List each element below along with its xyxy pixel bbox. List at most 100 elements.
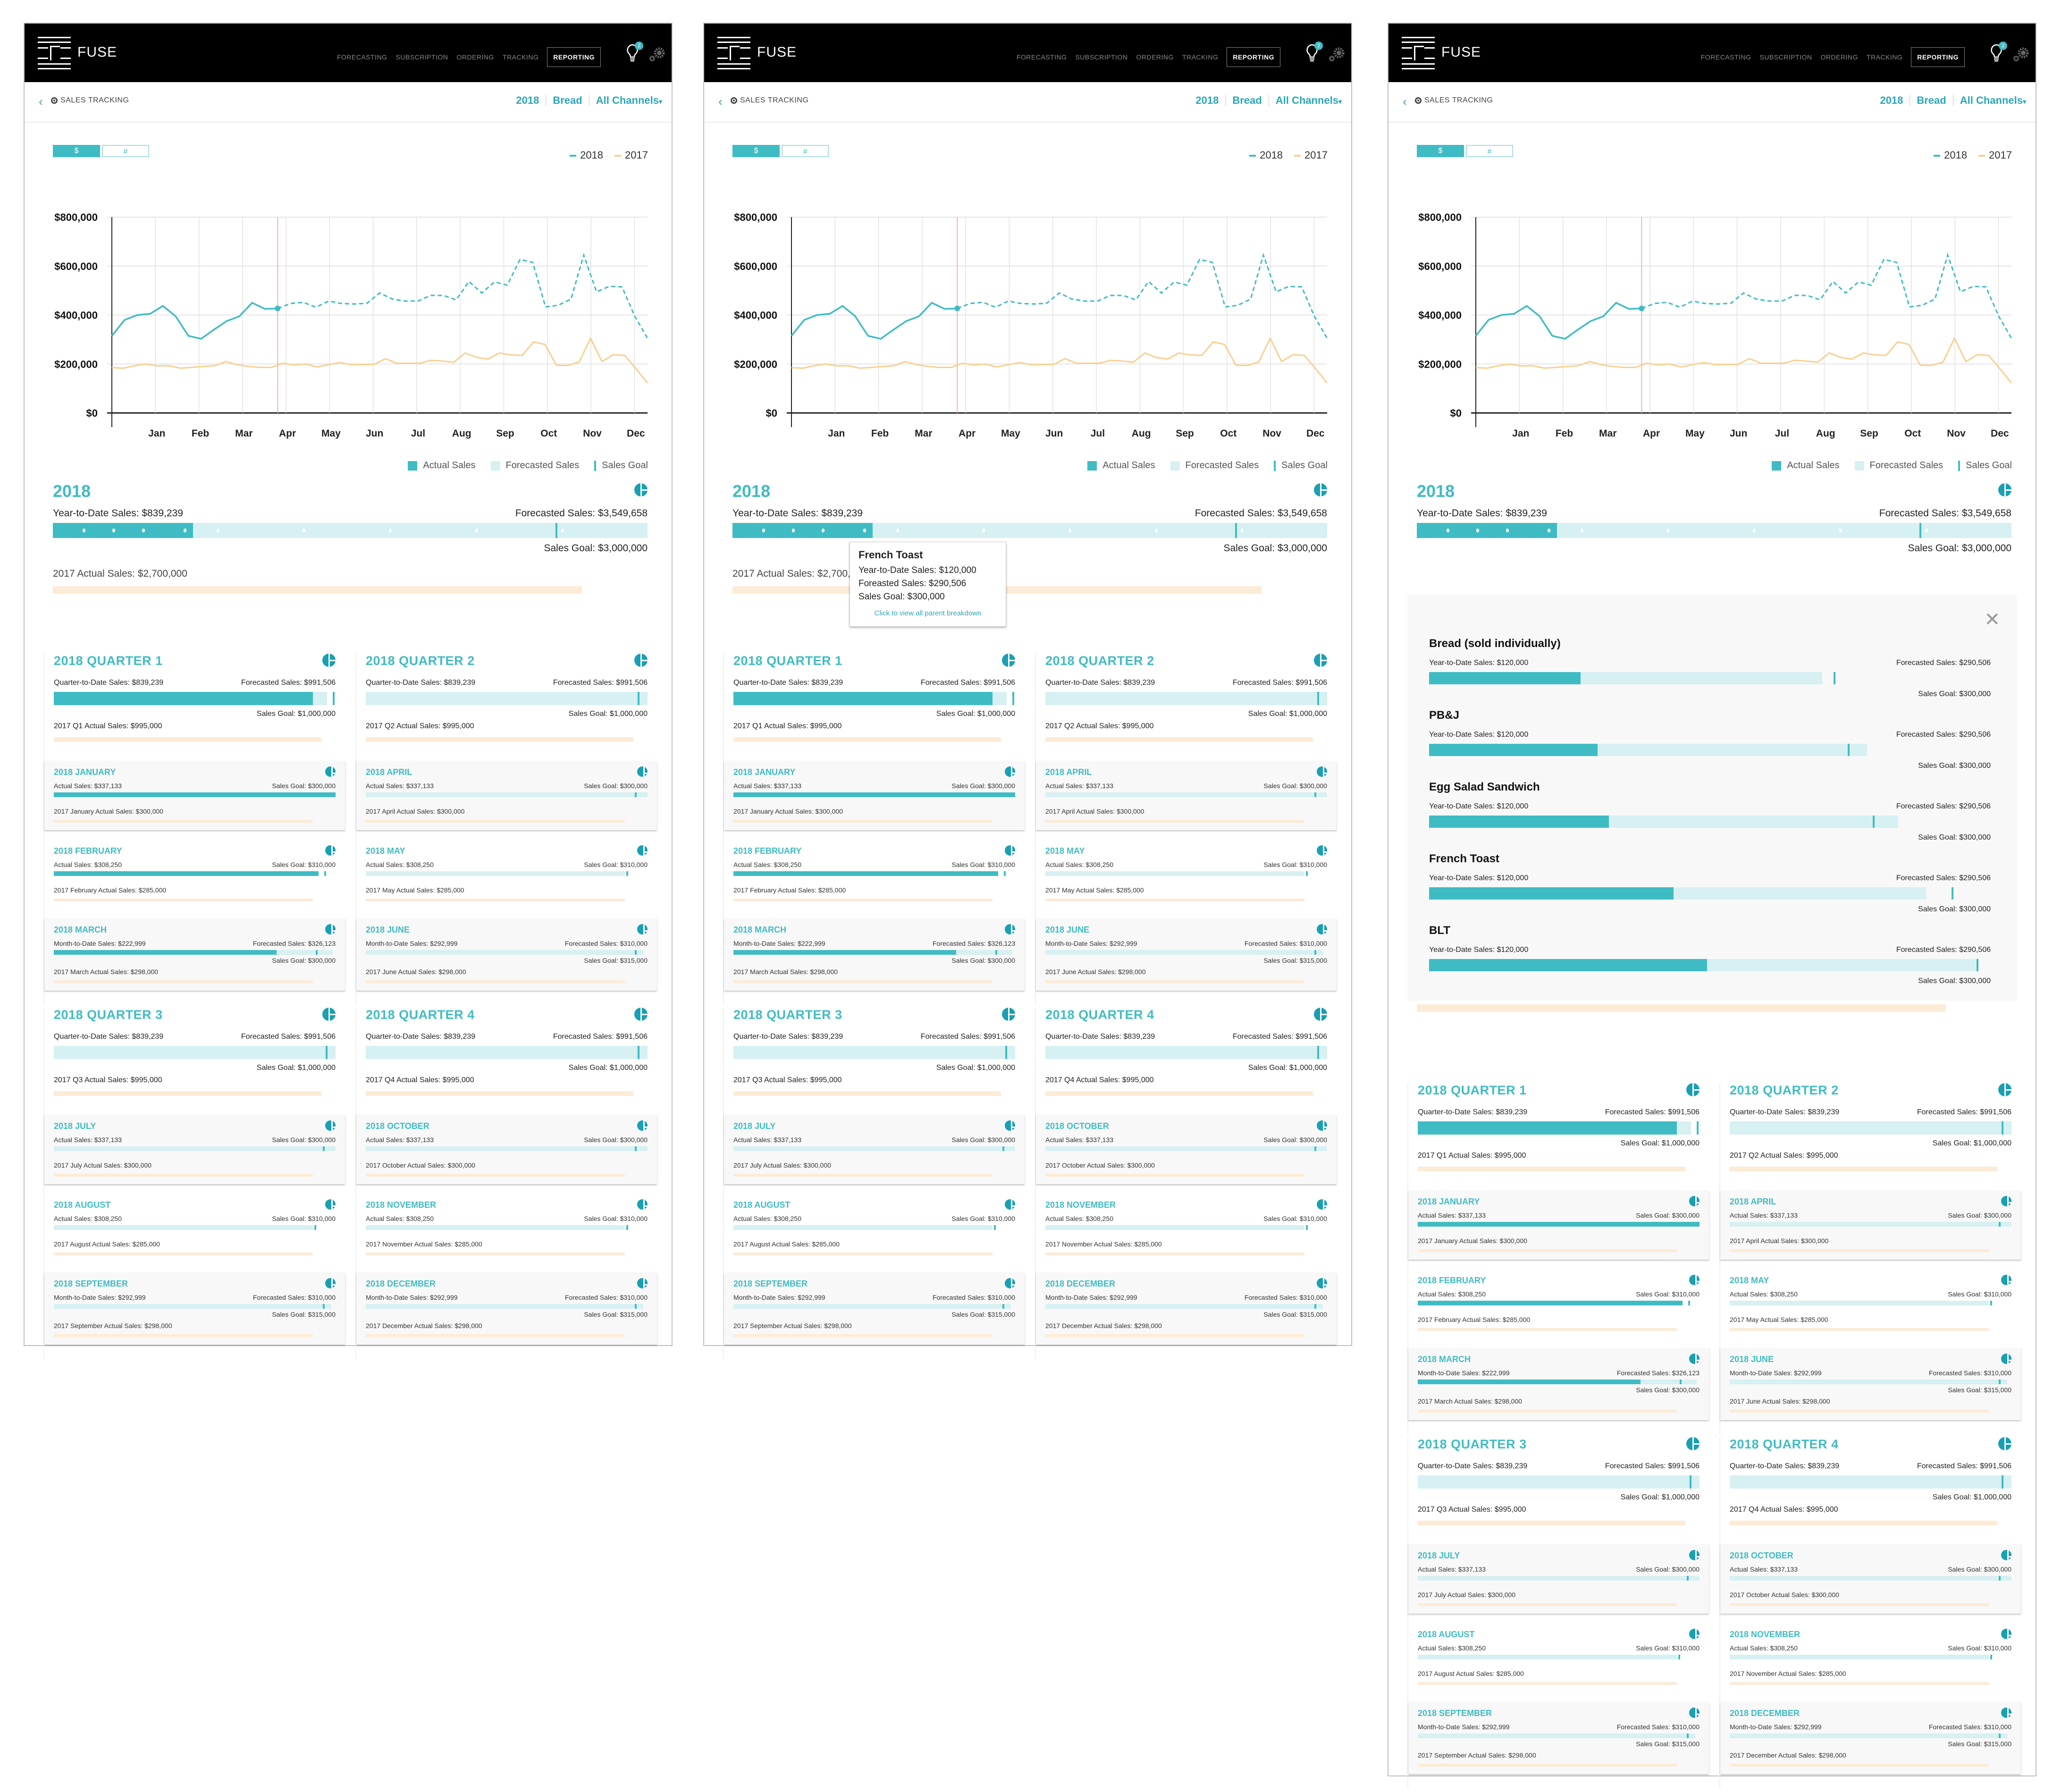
pie-chart-icon[interactable] — [1689, 1354, 1700, 1364]
breakdown-item[interactable]: Bread (sold individually) Year-to-Date S… — [1429, 637, 1991, 698]
month-card[interactable]: 2018 FEBRUARY Actual Sales: $308,250 Sale… — [44, 840, 345, 909]
month-card[interactable]: 2018 DECEMBER Month-to-Date Sales: $292,… — [1036, 1272, 1337, 1345]
month-card[interactable]: 2018 JULY Actual Sales: $337,133 Sales Go… — [724, 1115, 1025, 1184]
toggle-count[interactable]: # — [1466, 145, 1513, 157]
segment-dot[interactable] — [2011, 529, 2014, 532]
pie-chart-icon[interactable] — [637, 845, 648, 856]
quarter-progress-bar[interactable] — [1045, 1046, 1327, 1059]
year-progress-bar[interactable] — [732, 523, 1330, 538]
pie-chart-icon[interactable] — [1689, 1196, 1700, 1206]
pie-chart-icon[interactable] — [1998, 1083, 2011, 1096]
segment-dot[interactable] — [648, 529, 650, 532]
month-progress-bar[interactable] — [366, 871, 648, 876]
quarter-progress-bar[interactable] — [366, 1046, 648, 1059]
month-card[interactable]: 2018 OCTOBER Actual Sales: $337,133 Sales… — [1720, 1544, 2021, 1614]
month-card[interactable]: 2018 MAY Actual Sales: $308,250 Sales Goa… — [1720, 1269, 2021, 1338]
segment-dot[interactable] — [216, 529, 219, 532]
close-icon[interactable]: ✕ — [1984, 609, 2000, 631]
month-card[interactable]: 2018 FEBRUARY Actual Sales: $308,250 Sale… — [724, 840, 1025, 909]
breakdown-progress-bar[interactable] — [1429, 672, 1991, 684]
month-progress-bar[interactable] — [733, 1225, 1015, 1230]
month-card[interactable]: 2018 MAY Actual Sales: $308,250 Sales Goa… — [356, 840, 657, 909]
segment-dot[interactable] — [1154, 529, 1158, 532]
month-progress-bar[interactable] — [1730, 1576, 2011, 1581]
pie-chart-icon[interactable] — [325, 1199, 336, 1210]
chevron-left-icon[interactable]: ‹ — [718, 94, 723, 109]
month-card[interactable]: 2018 SEPTEMBER Month-to-Date Sales: $292… — [724, 1272, 1025, 1345]
chevron-left-icon[interactable]: ‹ — [1403, 94, 1407, 109]
pie-chart-icon[interactable] — [1317, 924, 1327, 934]
segment-dot[interactable] — [561, 529, 564, 532]
month-progress-bar[interactable] — [1418, 1655, 1700, 1659]
toggle-dollar[interactable]: $ — [732, 145, 780, 157]
nav-forecasting[interactable]: FORECASTING — [1017, 53, 1067, 61]
pie-chart-icon[interactable] — [1005, 1278, 1015, 1288]
pie-chart-icon[interactable] — [322, 1008, 336, 1021]
segment-dot[interactable] — [475, 529, 478, 532]
nav-subscription[interactable]: SUBSCRIPTION — [395, 53, 448, 61]
year-filter[interactable]: 2018 — [1195, 94, 1219, 107]
breakdown-item[interactable]: BLT Year-to-Date Sales: $120,000 Forecast… — [1429, 924, 1991, 985]
month-card[interactable]: 2018 OCTOBER Actual Sales: $337,133 Sales… — [1036, 1115, 1337, 1184]
month-progress-bar[interactable] — [1730, 1222, 2011, 1227]
nav-tracking[interactable]: TRACKING — [503, 53, 538, 61]
quarter-progress-bar[interactable] — [733, 1046, 1015, 1059]
pie-chart-icon[interactable] — [1317, 1199, 1327, 1210]
quarter-progress-bar[interactable] — [54, 692, 336, 705]
pie-chart-icon[interactable] — [2001, 1550, 2011, 1560]
pie-chart-icon[interactable] — [1005, 766, 1015, 777]
pie-chart-icon[interactable] — [325, 1120, 336, 1131]
pie-chart-icon[interactable] — [1689, 1275, 1700, 1285]
month-progress-bar[interactable] — [54, 871, 336, 876]
month-progress-bar[interactable] — [54, 1304, 336, 1309]
month-progress-bar[interactable] — [1730, 1733, 2011, 1738]
month-progress-bar[interactable] — [733, 871, 1015, 876]
settings-button[interactable] — [647, 47, 666, 63]
month-card[interactable]: 2018 DECEMBER Month-to-Date Sales: $292,… — [356, 1272, 657, 1345]
pie-chart-icon[interactable] — [1689, 1629, 1700, 1639]
segment-dot[interactable] — [142, 529, 145, 532]
month-card[interactable]: 2018 APRIL Actual Sales: $337,133 Sales G… — [356, 761, 657, 830]
month-card[interactable]: 2018 JANUARY Actual Sales: $337,133 Sales… — [1408, 1190, 1709, 1260]
month-card[interactable]: 2018 NOVEMBER Actual Sales: $308,250 Sale… — [356, 1194, 657, 1263]
month-card[interactable]: 2018 DECEMBER Month-to-Date Sales: $292,… — [1720, 1702, 2021, 1774]
pie-chart-icon[interactable] — [1005, 1199, 1015, 1210]
pie-chart-icon[interactable] — [634, 483, 648, 496]
channel-dropdown[interactable]: All Channels▾ — [1960, 94, 2026, 107]
breakdown-item[interactable]: French Toast Year-to-Date Sales: $120,00… — [1429, 852, 1991, 914]
month-progress-bar[interactable] — [366, 950, 648, 955]
brand-logo[interactable]: FUSE — [1402, 37, 1481, 69]
pie-chart-icon[interactable] — [634, 1008, 648, 1021]
month-progress-bar[interactable] — [733, 950, 1015, 955]
month-card[interactable]: 2018 JUNE Month-to-Date Sales: $292,999 F… — [1036, 918, 1337, 991]
pie-chart-icon[interactable] — [1689, 1550, 1700, 1560]
month-progress-bar[interactable] — [1045, 1146, 1327, 1151]
channel-dropdown[interactable]: All Channels▾ — [596, 94, 662, 107]
month-progress-bar[interactable] — [733, 1146, 1015, 1151]
month-progress-bar[interactable] — [1418, 1301, 1700, 1305]
pie-chart-icon[interactable] — [1317, 845, 1327, 856]
month-card[interactable]: 2018 AUGUST Actual Sales: $308,250 Sales … — [44, 1194, 345, 1263]
pie-chart-icon[interactable] — [1005, 924, 1015, 934]
month-progress-bar[interactable] — [1418, 1380, 1700, 1384]
segment-dot[interactable] — [1068, 529, 1071, 532]
segment-dot[interactable] — [896, 529, 899, 532]
year-progress-bar[interactable] — [1417, 523, 2014, 538]
month-progress-bar[interactable] — [1730, 1301, 2011, 1305]
pie-chart-icon[interactable] — [1686, 1437, 1700, 1450]
pie-chart-icon[interactable] — [322, 654, 336, 667]
month-progress-bar[interactable] — [366, 1304, 648, 1309]
month-progress-bar[interactable] — [54, 1225, 336, 1230]
month-card[interactable]: 2018 SEPTEMBER Month-to-Date Sales: $292… — [1408, 1702, 1709, 1774]
month-progress-bar[interactable] — [1418, 1222, 1700, 1227]
pie-chart-icon[interactable] — [637, 1199, 648, 1210]
pie-chart-icon[interactable] — [1314, 483, 1327, 496]
month-progress-bar[interactable] — [1045, 1304, 1327, 1309]
nav-reporting[interactable]: REPORTING — [1911, 47, 1965, 67]
month-card[interactable]: 2018 NOVEMBER Actual Sales: $308,250 Sale… — [1720, 1623, 2021, 1692]
month-progress-bar[interactable] — [1045, 1225, 1327, 1230]
segment-dot[interactable] — [112, 529, 115, 532]
month-progress-bar[interactable] — [366, 1146, 648, 1151]
nav-subscription[interactable]: SUBSCRIPTION — [1075, 53, 1127, 61]
segment-dot[interactable] — [762, 529, 765, 532]
